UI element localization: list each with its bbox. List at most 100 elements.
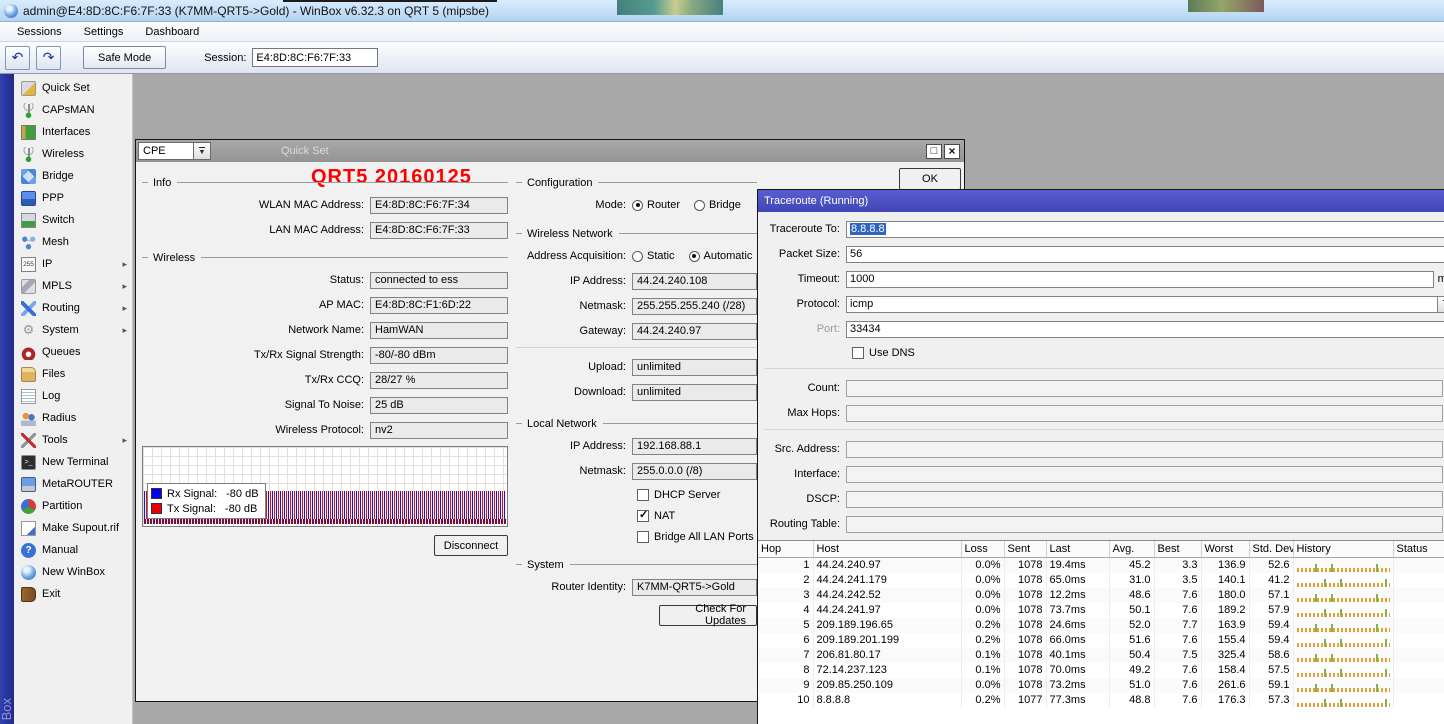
combo-arrow-icon[interactable] (1440, 445, 1444, 454)
column-header[interactable]: Status (1393, 541, 1444, 557)
traceroute-hop-row[interactable]: 8 72.14.237.123 0.1% 1078 70.0ms 49.2 7.… (758, 663, 1444, 678)
input-field[interactable]: unlimited (632, 359, 757, 376)
traceroute-hop-row[interactable]: 10 8.8.8.8 0.2% 1077 77.3ms 48.8 7.6 176… (758, 693, 1444, 708)
sidebar-item[interactable]: PPP (14, 187, 132, 209)
column-header[interactable]: Std. Dev. (1249, 541, 1293, 557)
traceroute-hop-row[interactable]: 9 209.85.250.109 0.0% 1078 73.2ms 51.0 7… (758, 678, 1444, 693)
sidebar-item[interactable]: MPLS (14, 275, 132, 297)
radio-option[interactable]: Automatic (689, 250, 753, 262)
column-header[interactable]: History (1293, 541, 1393, 557)
checkbox-option[interactable]: DHCP Server (637, 487, 757, 502)
combo-arrow-icon[interactable] (1440, 409, 1444, 418)
sidebar-item[interactable]: Bridge (14, 165, 132, 187)
quickset-titlebar[interactable]: CPE Quick Set (136, 140, 964, 162)
traceroute-hop-row[interactable]: 4 44.24.241.97 0.0% 1078 73.7ms 50.1 7.6… (758, 603, 1444, 618)
traceroute-hop-row[interactable]: 6 209.189.201.199 0.2% 1078 66.0ms 51.6 … (758, 633, 1444, 648)
column-header[interactable]: Loss (961, 541, 1004, 557)
use-dns-checkbox[interactable]: Use DNS (852, 345, 1444, 360)
close-button[interactable] (944, 144, 960, 159)
traceroute-hop-row[interactable]: 1 44.24.240.97 0.0% 1078 19.4ms 45.2 3.3… (758, 557, 1444, 573)
sidebar-item[interactable]: Tools (14, 429, 132, 451)
undo-button[interactable] (5, 46, 30, 70)
combo-input-field[interactable] (846, 380, 1443, 397)
column-header[interactable]: Host (813, 541, 961, 557)
readonly-field: E4:8D:8C:F6:7F:33 (370, 222, 508, 239)
column-header[interactable]: Worst (1201, 541, 1249, 557)
checkbox-option[interactable]: Bridge All LAN Ports (637, 529, 757, 544)
safe-mode-button[interactable]: Safe Mode (83, 46, 166, 69)
traceroute-hop-row[interactable]: 2 44.24.241.179 0.0% 1078 65.0ms 31.0 3.… (758, 573, 1444, 588)
sidebar-item[interactable]: Mesh (14, 231, 132, 253)
sidebar-item[interactable]: Quick Set (14, 77, 132, 99)
input-field[interactable]: unlimited (632, 384, 757, 401)
quickset-mode-select[interactable]: CPE (138, 142, 194, 160)
combo-input-field[interactable] (846, 405, 1443, 422)
dropdown-arrow-icon[interactable] (1438, 296, 1444, 313)
sidebar-item[interactable]: Files (14, 363, 132, 385)
input-field[interactable]: 255.255.255.240 (/28) (632, 298, 757, 315)
radio-option[interactable]: Bridge (694, 199, 741, 211)
menu-item[interactable]: Sessions (6, 22, 73, 41)
sidebar-item[interactable]: MetaROUTER (14, 473, 132, 495)
menu-item[interactable]: Dashboard (134, 22, 210, 41)
input-field[interactable]: 1000 (846, 271, 1434, 288)
disconnect-button[interactable]: Disconnect (434, 535, 508, 556)
sidebar-item[interactable]: New WinBox (14, 561, 132, 583)
queues-icon (21, 345, 36, 360)
input-field[interactable]: 255.0.0.0 (/8) (632, 463, 757, 480)
sidebar-item[interactable]: Partition (14, 495, 132, 517)
input-field[interactable]: K7MM-QRT5->Gold (632, 579, 757, 596)
checkbox-option[interactable]: NAT (637, 508, 757, 523)
input-field[interactable]: icmp (846, 296, 1438, 313)
traceroute-hop-row[interactable]: 3 44.24.242.52 0.0% 1078 12.2ms 48.6 7.6… (758, 588, 1444, 603)
sidebar-item[interactable]: Switch (14, 209, 132, 231)
radio-option[interactable]: Static (632, 250, 675, 262)
traceroute-titlebar[interactable]: Traceroute (Running) (758, 190, 1444, 212)
menu-item[interactable]: Settings (73, 22, 135, 41)
sidebar-item[interactable]: New Terminal (14, 451, 132, 473)
redo-button[interactable] (36, 46, 61, 70)
input-field[interactable]: 44.24.240.108 (632, 273, 757, 290)
ok-button[interactable]: OK (899, 168, 961, 190)
combo-input-field[interactable] (846, 516, 1443, 533)
dropdown-arrow-icon[interactable] (194, 142, 211, 160)
maximize-button[interactable] (926, 144, 942, 159)
sidebar-item[interactable]: Radius (14, 407, 132, 429)
sidebar-item[interactable]: Queues (14, 341, 132, 363)
input-field[interactable]: 44.24.240.97 (632, 323, 757, 340)
sidebar-item[interactable]: CAPsMAN (14, 99, 132, 121)
combo-arrow-icon[interactable] (1440, 470, 1444, 479)
sidebar-item[interactable]: Manual (14, 539, 132, 561)
radio-option[interactable]: Router (632, 199, 680, 211)
sidebar-item[interactable]: Make Supout.rif (14, 517, 132, 539)
combo-arrow-icon[interactable] (1440, 495, 1444, 504)
column-header[interactable]: Last (1046, 541, 1109, 557)
sidebar-item[interactable]: Log (14, 385, 132, 407)
combo-arrow-icon[interactable] (1440, 384, 1444, 393)
combo-input-field[interactable] (846, 441, 1443, 458)
sidebar-item[interactable]: Routing (14, 297, 132, 319)
input-field[interactable]: 56 (846, 246, 1444, 263)
sidebar-item[interactable]: Exit (14, 583, 132, 605)
main-area: Box Quick Set CAPsMAN Interfaces (0, 74, 1444, 724)
signal-history-graph: Rx Signal: -80 dB Tx Signal: -80 dB (142, 446, 508, 527)
sidebar-item[interactable]: Interfaces (14, 121, 132, 143)
sidebar-item[interactable]: IP (14, 253, 132, 275)
column-header[interactable]: Sent (1004, 541, 1046, 557)
column-header[interactable]: Avg. (1109, 541, 1154, 557)
input-field[interactable]: 8.8.8.8 (846, 221, 1444, 238)
traceroute-hop-row[interactable]: 7 206.81.80.17 0.1% 1078 40.1ms 50.4 7.5… (758, 648, 1444, 663)
input-field[interactable]: 192.168.88.1 (632, 438, 757, 455)
signal-baseline (144, 519, 506, 524)
combo-input-field[interactable] (846, 466, 1443, 483)
sidebar-item[interactable]: Wireless (14, 143, 132, 165)
column-header[interactable]: Hop (758, 541, 813, 557)
session-input[interactable]: E4:8D:8C:F6:7F:33 (252, 48, 378, 67)
traceroute-hop-row[interactable]: 5 209.189.196.65 0.2% 1078 24.6ms 52.0 7… (758, 618, 1444, 633)
check-for-updates-button[interactable]: Check For Updates (659, 605, 757, 626)
combo-arrow-icon[interactable] (1440, 520, 1444, 529)
sidebar-item[interactable]: System (14, 319, 132, 341)
input-field[interactable]: 33434 (846, 321, 1444, 338)
column-header[interactable]: Best (1154, 541, 1201, 557)
combo-input-field[interactable] (846, 491, 1443, 508)
